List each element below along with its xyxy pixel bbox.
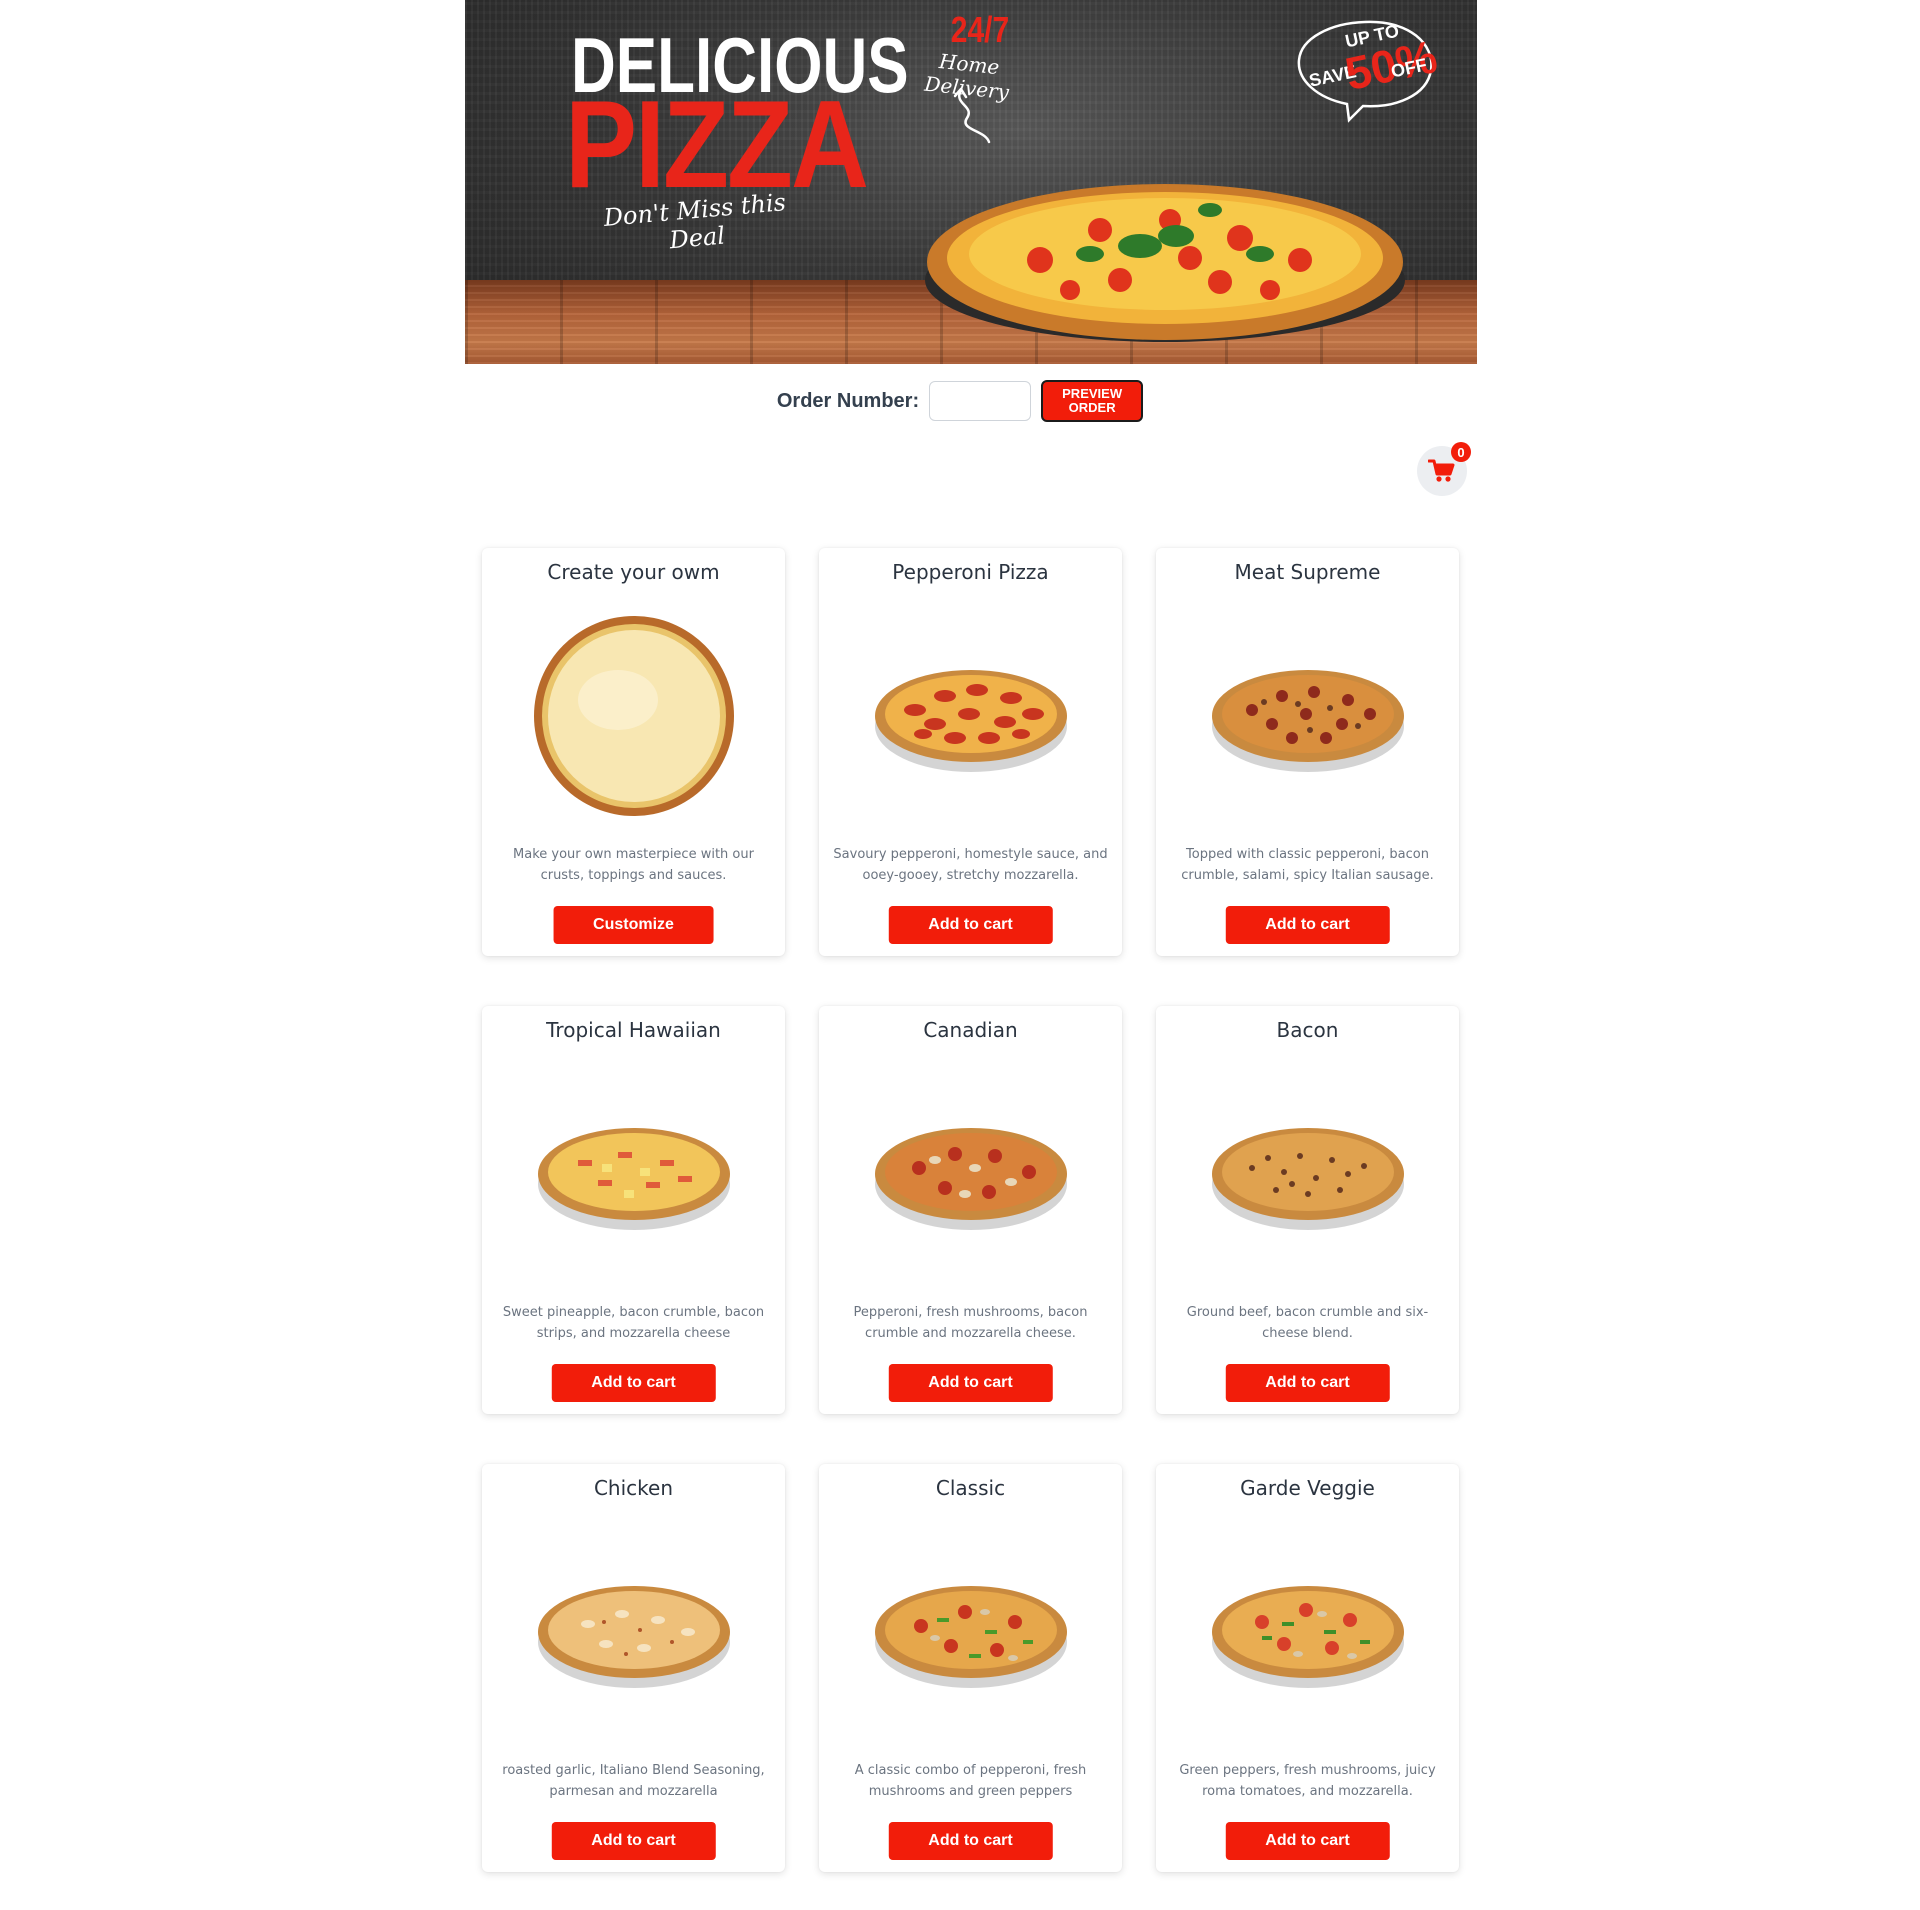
product-card: Meat Supreme Topped with classic peppero… (1156, 548, 1459, 956)
product-card: Canadian Pepperoni, fresh mushrooms, bac… (819, 1006, 1122, 1414)
product-description: Ground beef, bacon crumble and six-chees… (1186, 1305, 1429, 1341)
product-title: Classic (935, 1476, 1006, 1500)
order-number-input[interactable] (929, 381, 1032, 421)
pizza-image (875, 670, 1067, 772)
pizza-image (875, 1128, 1067, 1230)
product-card: Garde Veggie Green peppers, fresh mushro… (1156, 1464, 1459, 1872)
preview-order-button[interactable]: PREVIEW ORDER (1041, 380, 1144, 422)
product-description: A classic combo of pepperoni, fresh mush… (854, 1763, 1087, 1799)
add-to-cart-button[interactable]: Add to cart (551, 1822, 716, 1860)
product-card: Create your owm Make your own masterpiec… (482, 548, 785, 956)
product-title: Meat Supreme (1234, 560, 1381, 584)
product-title: Canadian (923, 1018, 1018, 1042)
product-description: Savoury pepperoni, homestyle sauce, and … (833, 847, 1108, 883)
product-description: Green peppers, fresh mushrooms, juicy ro… (1179, 1763, 1436, 1799)
add-to-cart-button[interactable]: Add to cart (1225, 1364, 1390, 1402)
product-card: Classic A classic combo of pepperoni, fr… (819, 1464, 1122, 1872)
add-to-cart-button[interactable]: Add to cart (888, 1822, 1053, 1860)
hero-pizza-image (925, 184, 1405, 342)
pizza-image (1212, 1128, 1404, 1230)
pizza-image (875, 1586, 1067, 1688)
pizza-image (534, 616, 734, 816)
product-description: Topped with classic pepperoni, bacon cru… (1181, 847, 1434, 883)
product-title: Chicken (593, 1476, 674, 1500)
product-description: Sweet pineapple, bacon crumble, bacon st… (502, 1305, 765, 1341)
hero-banner: DELICIOUS PIZZA Don't Miss this Deal 24/… (465, 0, 1477, 364)
shopping-cart-icon (1428, 459, 1455, 482)
product-title: Bacon (1276, 1018, 1339, 1042)
product-title: Tropical Hawaiian (546, 1018, 721, 1042)
product-card: Bacon Ground beef, bacon crumble and six… (1156, 1006, 1459, 1414)
product-title: Pepperoni Pizza (892, 560, 1049, 584)
delivery-hours: 24/7 (950, 10, 1010, 51)
add-to-cart-button[interactable]: Add to cart (888, 1364, 1053, 1402)
pizza-image (538, 1128, 730, 1230)
product-card: Tropical Hawaiian Sweet pineapple, bacon… (482, 1006, 785, 1414)
add-to-cart-button[interactable]: Add to cart (1225, 1822, 1390, 1860)
product-description: roasted garlic, Italiano Blend Seasoning… (502, 1763, 765, 1799)
product-description: Pepperoni, fresh mushrooms, bacon crumbl… (853, 1305, 1088, 1341)
add-to-cart-button[interactable]: Add to cart (888, 906, 1053, 944)
product-card: Chicken roasted garlic, Italiano Blend S… (482, 1464, 785, 1872)
add-to-cart-button[interactable]: Add to cart (1225, 906, 1390, 944)
cart-button[interactable]: 0 (1417, 442, 1471, 496)
product-description: Make your own masterpiece with our crust… (513, 847, 754, 883)
add-to-cart-button[interactable]: Add to cart (551, 1364, 716, 1402)
product-grid: Create your owm Make your own masterpiec… (482, 548, 1459, 1872)
pizza-image (1212, 670, 1404, 772)
cart-count-badge: 0 (1451, 442, 1471, 462)
squiggle-arrow-icon (953, 87, 991, 144)
pizza-image (538, 1586, 730, 1688)
product-title: Garde Veggie (1240, 1476, 1375, 1500)
customize-button[interactable]: Customize (553, 906, 714, 944)
product-title: Create your owm (547, 560, 720, 584)
pizza-image (1212, 1586, 1404, 1688)
order-number-label: Order Number: (776, 389, 920, 412)
order-lookup-bar: Order Number: PREVIEW ORDER (0, 380, 1920, 422)
product-card: Pepperoni Pizza Savoury pepperoni, homes… (819, 548, 1122, 956)
